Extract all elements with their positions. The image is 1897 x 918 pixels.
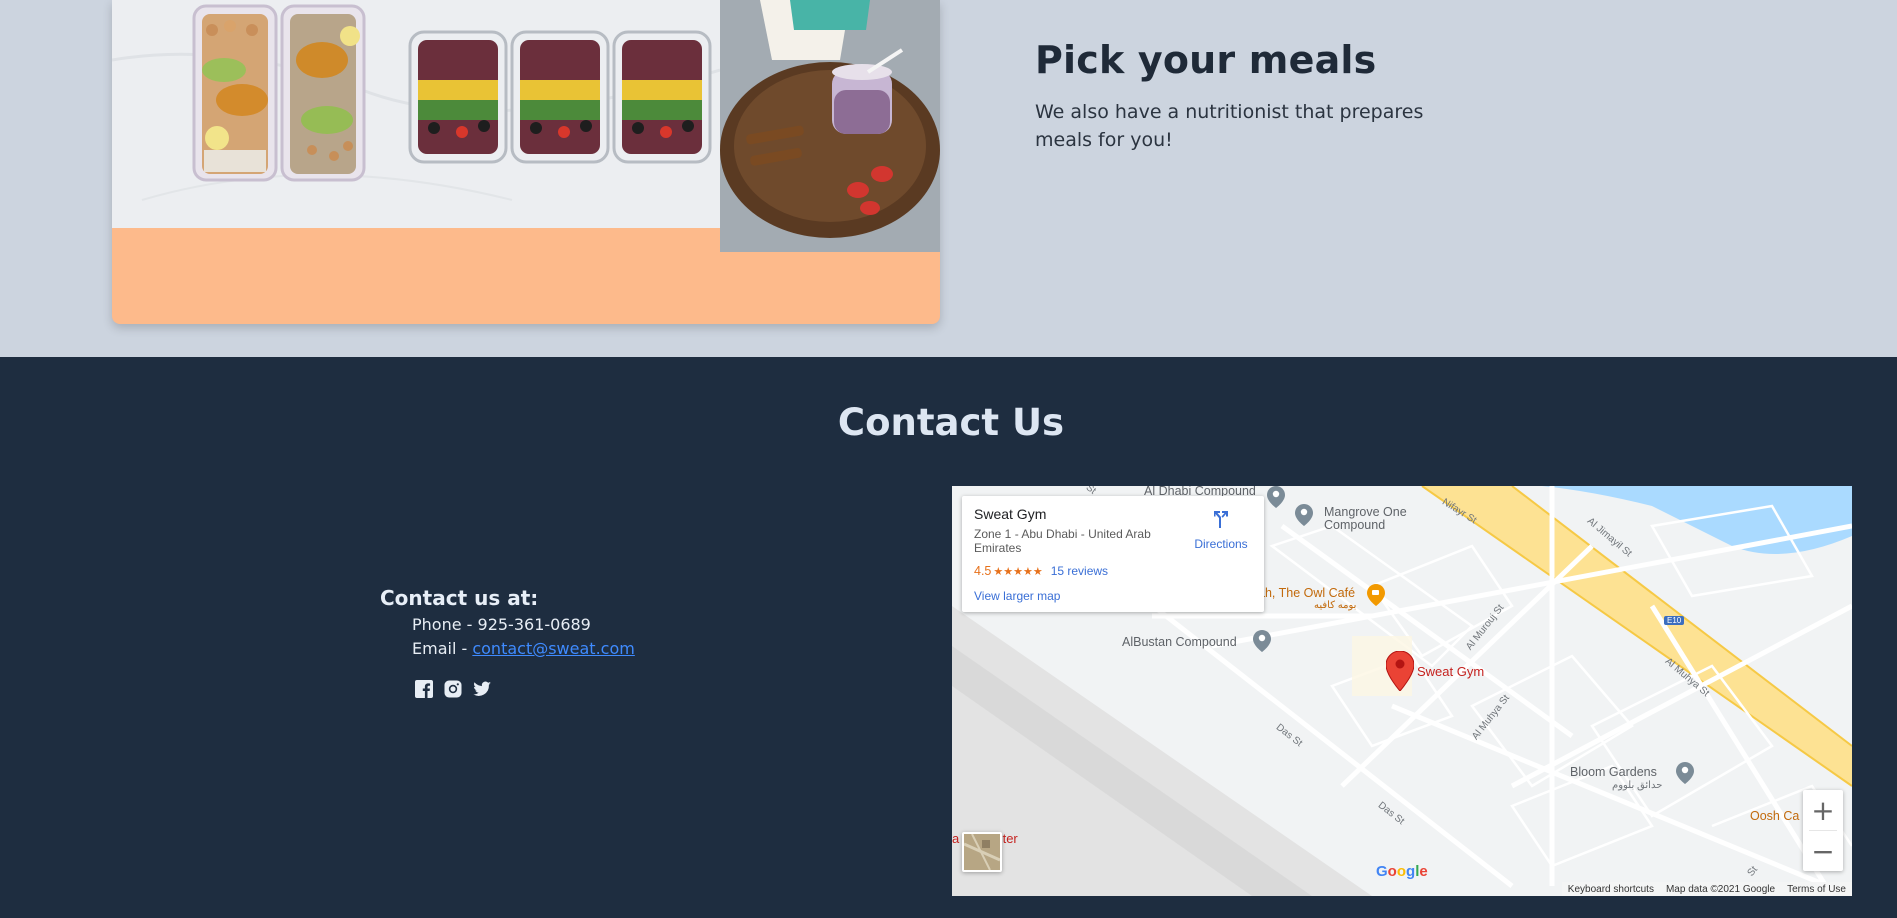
map-poi-pin-icon[interactable] bbox=[1253, 630, 1271, 652]
rating-value: 4.5 bbox=[974, 564, 992, 578]
email-line: Email - contact@sweat.com bbox=[412, 639, 635, 658]
smoothie-photo bbox=[720, 0, 940, 252]
map-info-card: Sweat Gym Zone 1 - Abu Dhabi - United Ar… bbox=[962, 496, 1264, 612]
google-logo-letter: e bbox=[1419, 863, 1428, 880]
map-poi-pin-icon[interactable] bbox=[1267, 486, 1285, 508]
contact-section: Contact Us Contact us at: Phone - 925-36… bbox=[0, 357, 1897, 918]
instagram-icon[interactable] bbox=[443, 679, 463, 699]
map-label-e10: E10 bbox=[1664, 616, 1685, 625]
phone-prefix: Phone - bbox=[412, 615, 478, 634]
zoom-out-button[interactable]: − bbox=[1803, 831, 1843, 871]
facebook-icon[interactable] bbox=[414, 679, 434, 699]
google-map[interactable]: Al Dhabi Compound Mangrove One Compound … bbox=[952, 486, 1852, 896]
directions-icon bbox=[1214, 511, 1228, 528]
zoom-control: + − bbox=[1803, 790, 1843, 871]
place-name: Sweat Gym bbox=[974, 506, 1047, 522]
map-cafe-pin-icon[interactable] bbox=[1367, 584, 1385, 606]
social-links bbox=[414, 679, 492, 699]
meals-title: Pick your meals bbox=[1035, 38, 1377, 82]
contact-heading: Contact us at: bbox=[380, 586, 539, 610]
twitter-icon[interactable] bbox=[472, 679, 492, 699]
contact-title: Contact Us bbox=[837, 401, 1065, 444]
directions-label: Directions bbox=[1194, 537, 1248, 551]
meal-card bbox=[112, 0, 940, 324]
place-address: Zone 1 - Abu Dhabi - United Arab Emirate… bbox=[974, 527, 1151, 555]
meal-prep-photo bbox=[112, 0, 720, 228]
google-logo: Google bbox=[1376, 863, 1428, 880]
zoom-in-button[interactable]: + bbox=[1803, 790, 1843, 830]
satellite-thumbnail-icon bbox=[964, 834, 1000, 870]
meals-section: Pick your meals We also have a nutrition… bbox=[0, 0, 1897, 357]
terms-of-use-link[interactable]: Terms of Use bbox=[1781, 884, 1852, 895]
reviews-link[interactable]: 15 reviews bbox=[1051, 564, 1108, 578]
map-poi-pin-icon[interactable] bbox=[1295, 504, 1313, 526]
google-logo-letter: G bbox=[1376, 863, 1388, 880]
google-logo-letter: g bbox=[1406, 863, 1416, 880]
view-larger-map-link[interactable]: View larger map bbox=[974, 589, 1060, 603]
rating-row: 4.5 ★★★★★ 15 reviews bbox=[974, 564, 1108, 578]
map-data-attribution: Map data ©2021 Google bbox=[1665, 883, 1776, 895]
email-link[interactable]: contact@sweat.com bbox=[472, 639, 634, 658]
phone-number: 925-361-0689 bbox=[477, 615, 591, 634]
email-prefix: Email - bbox=[412, 639, 473, 658]
phone-line: Phone - 925-361-0689 bbox=[412, 615, 591, 634]
map-label-owl: ah, The Owl Café bbox=[1258, 586, 1356, 600]
keyboard-shortcuts-link[interactable]: Keyboard shortcuts bbox=[1562, 884, 1660, 895]
map-label-albustan: AlBustan Compound bbox=[1122, 635, 1237, 649]
map-marker-label: Sweat Gym bbox=[1417, 664, 1485, 679]
google-logo-letter: o bbox=[1396, 863, 1407, 880]
rating-stars: ★★★★★ bbox=[993, 565, 1043, 578]
map-marker-icon[interactable] bbox=[1386, 651, 1414, 691]
satellite-layer-toggle[interactable] bbox=[962, 832, 1002, 872]
map-label-bloom-arabic: حدائق بلووم bbox=[1612, 780, 1663, 791]
map-label-mangrove: Mangrove One Compound bbox=[1324, 505, 1407, 532]
map-poi-pin-icon[interactable] bbox=[1676, 762, 1694, 784]
directions-button[interactable]: Directions bbox=[1188, 508, 1254, 551]
map-footer: Keyboard shortcuts Map data ©2021 Google… bbox=[1561, 882, 1852, 896]
map-label-bloom: Bloom Gardens bbox=[1570, 765, 1657, 779]
map-label-owl-arabic: بومه كافيه bbox=[1314, 600, 1357, 611]
meals-description: We also have a nutritionist that prepare… bbox=[1035, 101, 1424, 151]
map-label-oosh: Oosh Ca bbox=[1750, 809, 1800, 823]
google-logo-letter: o bbox=[1387, 863, 1397, 880]
